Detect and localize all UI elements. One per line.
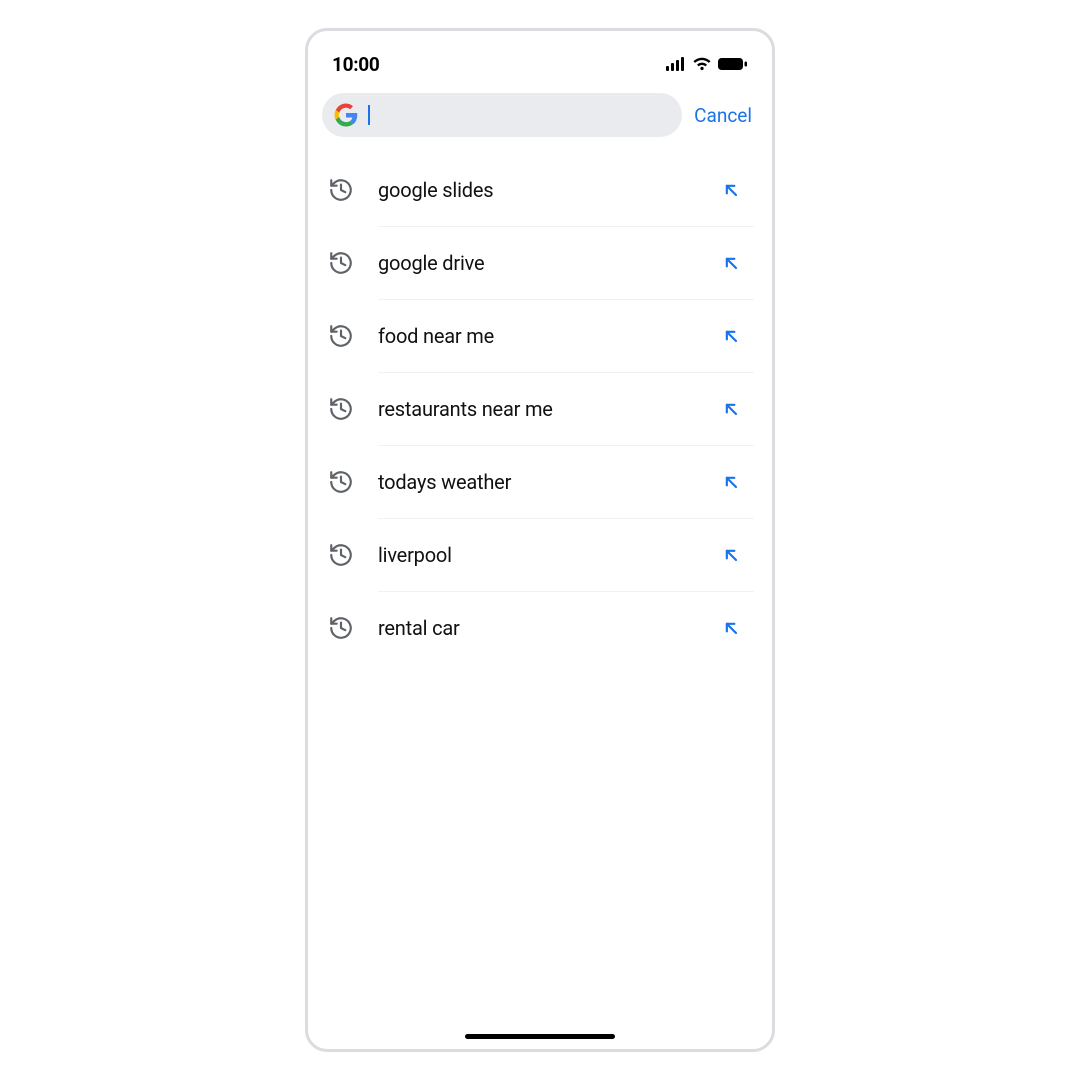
history-icon [328,396,354,422]
suggestion-label: google slides [378,178,714,202]
cellular-signal-icon [666,57,686,71]
suggestion-label: todays weather [378,470,714,494]
history-icon [328,250,354,276]
insert-suggestion-button[interactable] [714,319,748,353]
text-caret [368,105,370,125]
history-icon [328,177,354,203]
insert-suggestion-button[interactable] [714,611,748,645]
suggestion-row[interactable]: todays weather [308,445,772,518]
divider [378,226,754,227]
phone-frame: 10:00 [305,28,775,1052]
battery-icon [718,57,748,71]
cancel-button[interactable]: Cancel [692,98,758,133]
suggestion-row[interactable]: food near me [308,299,772,372]
divider [378,299,754,300]
status-bar: 10:00 [308,31,772,75]
arrow-up-left-icon [721,545,741,565]
insert-suggestion-button[interactable] [714,246,748,280]
suggestion-label: rental car [378,616,714,640]
insert-suggestion-button[interactable] [714,465,748,499]
arrow-up-left-icon [721,399,741,419]
arrow-up-left-icon [721,326,741,346]
arrow-up-left-icon [721,253,741,273]
arrow-up-left-icon [721,180,741,200]
suggestion-label: restaurants near me [378,397,714,421]
divider [378,591,754,592]
history-icon [328,542,354,568]
suggestion-list: google slides google drive [308,147,772,664]
suggestion-row[interactable]: liverpool [308,518,772,591]
status-indicators [666,57,748,71]
insert-suggestion-button[interactable] [714,538,748,572]
wifi-icon [692,57,712,71]
search-pill[interactable] [322,93,682,137]
arrow-up-left-icon [721,618,741,638]
suggestion-row[interactable]: google drive [308,226,772,299]
suggestion-row[interactable]: google slides [308,153,772,226]
arrow-up-left-icon [721,472,741,492]
search-row: Cancel [308,75,772,147]
divider [378,445,754,446]
suggestion-label: liverpool [378,543,714,567]
history-icon [328,469,354,495]
suggestion-label: food near me [378,324,714,348]
home-indicator [465,1034,615,1039]
suggestion-row[interactable]: rental car [308,591,772,664]
suggestion-label: google drive [378,251,714,275]
search-input[interactable] [368,103,668,127]
divider [378,518,754,519]
divider [378,372,754,373]
suggestion-row[interactable]: restaurants near me [308,372,772,445]
insert-suggestion-button[interactable] [714,173,748,207]
google-logo-icon [334,103,358,127]
history-icon [328,323,354,349]
insert-suggestion-button[interactable] [714,392,748,426]
history-icon [328,615,354,641]
status-time: 10:00 [332,53,379,76]
